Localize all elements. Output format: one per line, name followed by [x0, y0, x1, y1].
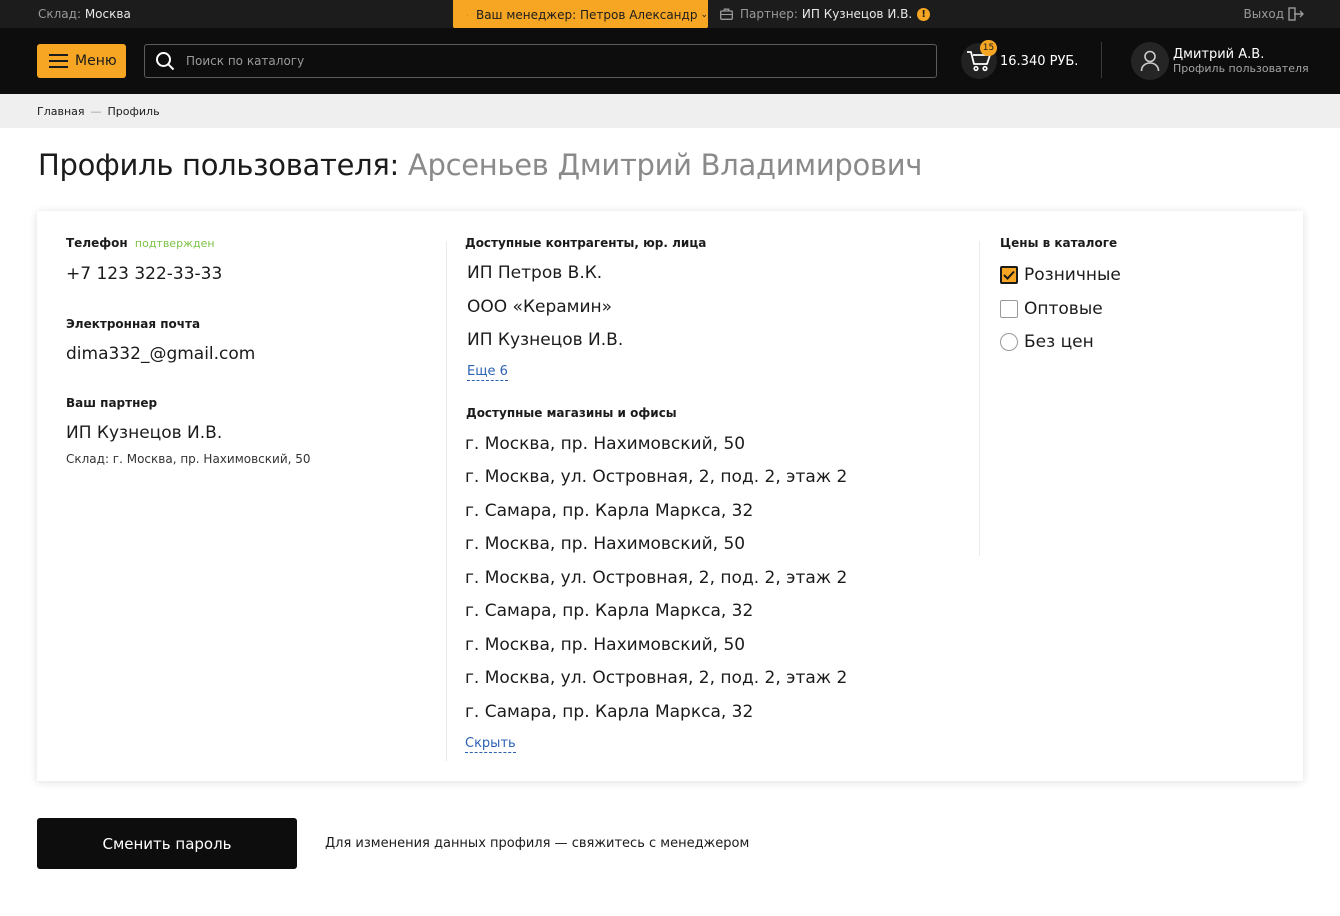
counterparty-item: ООО «Керамин» — [467, 297, 613, 317]
chevron-down-icon: ⌄ — [700, 9, 708, 20]
logout-label: Выход — [1243, 7, 1284, 21]
price-option-label: Без цен — [1024, 332, 1094, 352]
logout-link[interactable]: Выход — [1244, 7, 1304, 21]
hamburger-icon — [49, 54, 68, 68]
warning-icon: ! — [917, 7, 931, 21]
store-item: г. Москва, пр. Нахимовский, 50 — [465, 635, 746, 655]
warehouse-value[interactable]: Москва — [85, 7, 131, 21]
phone-label-text: Телефон — [66, 236, 128, 250]
store-item: г. Москва, пр. Нахимовский, 50 — [465, 534, 746, 554]
phone-value: +7 123 322-33-33 — [66, 264, 223, 284]
cart-total: 16.340 РУБ. — [1000, 53, 1079, 69]
page-title-prefix: Профиль пользователя: — [38, 148, 399, 182]
logout-icon — [1288, 7, 1304, 21]
partner-value: ИП Кузнецов И.В. — [801, 7, 913, 21]
store-item: г. Москва, ул. Островная, 2, под. 2, эта… — [465, 568, 848, 588]
partner-warehouse: Склад: г. Москва, пр. Нахимовский, 50 — [66, 452, 311, 466]
phone-status: подтвержден — [134, 237, 215, 250]
profile-card: Телефон подтвержден +7 123 322-33-33 Эле… — [37, 211, 1303, 781]
partner-value: ИП Кузнецов И.В. — [66, 423, 223, 443]
breadcrumb-home[interactable]: Главная — [37, 105, 85, 118]
page-title-name: Арсеньев Дмитрий Владимирович — [407, 148, 923, 182]
user-sub: Профиль пользователя — [1173, 61, 1309, 75]
phone-label: Телефон подтвержден — [66, 236, 215, 250]
warehouse-info[interactable]: Склад: Москва — [38, 7, 131, 21]
email-label: Электронная почта — [66, 317, 201, 331]
counterparty-item: ИП Кузнецов И.В. — [467, 330, 624, 350]
person-icon — [467, 14, 468, 15]
top-info-bar: Склад: Москва Ваш менеджер: Петров Алекс… — [0, 0, 1340, 29]
stores-hide-link[interactable]: Скрыть — [465, 735, 516, 753]
cart-icon-wrap: 15 — [961, 40, 997, 79]
menu-button[interactable]: Меню — [37, 44, 126, 78]
column-divider — [446, 241, 447, 761]
avatar — [1131, 42, 1169, 80]
breadcrumb-separator: — — [90, 104, 102, 118]
prices-label: Цены в каталоге — [1000, 236, 1118, 250]
store-item: г. Самара, пр. Карла Маркса, 32 — [465, 702, 754, 722]
store-item: г. Москва, пр. Нахимовский, 50 — [465, 434, 746, 454]
page-title: Профиль пользователя: Арсеньев Дмитрий В… — [38, 148, 922, 182]
header-divider — [1101, 42, 1102, 78]
cart-button[interactable]: 15 16.340 РУБ. — [961, 40, 1079, 80]
partner-info[interactable]: Партнер: ИП Кузнецов И.В. ! — [720, 7, 931, 21]
counterparty-item: ИП Петров В.К. — [467, 263, 603, 283]
price-option-label: Розничные — [1024, 265, 1121, 285]
change-password-button[interactable]: Сменить пароль — [37, 818, 297, 869]
counterparties-label: Доступные контрагенты, юр. лица — [465, 236, 707, 250]
email-value: dima332_@gmail.com — [66, 344, 256, 364]
checkbox-checked-icon[interactable] — [1000, 266, 1018, 284]
column-divider — [979, 241, 980, 556]
price-option-none[interactable]: Без цен — [1000, 332, 1094, 352]
price-option-retail[interactable]: Розничные — [1000, 265, 1121, 285]
store-item: г. Самара, пр. Карла Маркса, 32 — [465, 601, 754, 621]
radio-icon[interactable] — [1000, 333, 1018, 351]
search-icon — [156, 52, 175, 71]
manager-dropdown[interactable]: Ваш менеджер: Петров Александр ⌄ — [453, 0, 708, 29]
price-option-label: Оптовые — [1024, 299, 1103, 319]
user-name: Дмитрий А.В. — [1173, 46, 1265, 62]
manager-label: Ваш менеджер: Петров Александр — [475, 7, 698, 22]
main-header: Меню 15 16.340 РУБ. Дмитрий А.В. Профиль… — [0, 28, 1340, 94]
search-input[interactable] — [186, 54, 936, 68]
store-item: г. Москва, ул. Островная, 2, под. 2, эта… — [465, 467, 848, 487]
search-box[interactable] — [144, 44, 937, 78]
cart-count-badge: 15 — [980, 40, 997, 56]
store-item: г. Москва, ул. Островная, 2, под. 2, эта… — [465, 668, 848, 688]
briefcase-icon — [720, 8, 733, 20]
partner-label: Ваш партнер — [66, 396, 158, 410]
price-option-wholesale[interactable]: Оптовые — [1000, 299, 1103, 319]
breadcrumb-current: Профиль — [107, 104, 160, 118]
user-profile-link[interactable]: Дмитрий А.В. Профиль пользователя — [1131, 41, 1309, 81]
profile-change-note: Для изменения данных профиля — свяжитесь… — [325, 836, 750, 851]
menu-label: Меню — [75, 53, 117, 69]
warehouse-label: Склад: — [38, 7, 81, 21]
partner-label: Партнер: — [740, 7, 798, 21]
checkbox-icon[interactable] — [1000, 300, 1018, 318]
store-item: г. Самара, пр. Карла Маркса, 32 — [465, 501, 754, 521]
counterparties-more-link[interactable]: Еще 6 — [467, 363, 508, 381]
stores-label: Доступные магазины и офисы — [466, 406, 677, 420]
user-icon — [1140, 50, 1160, 72]
breadcrumb: Главная — Профиль — [0, 94, 1340, 128]
